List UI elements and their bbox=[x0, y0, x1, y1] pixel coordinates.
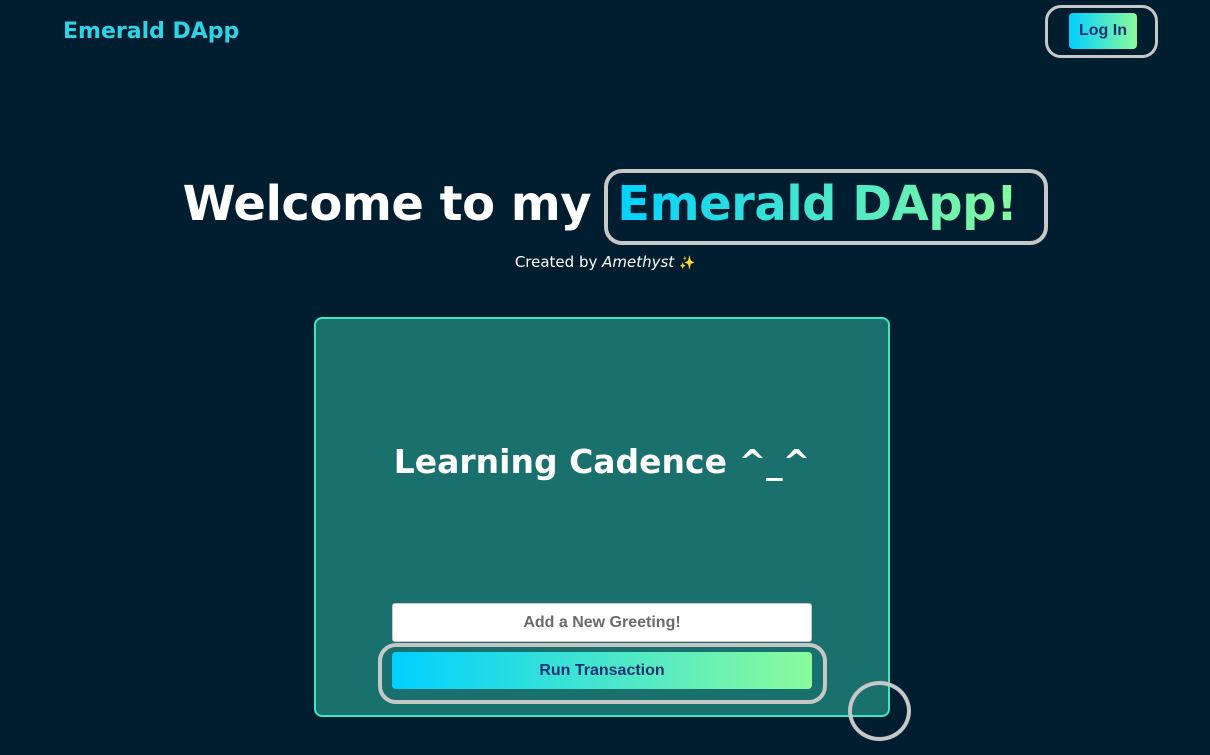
hero-title-prefix: Welcome to my bbox=[182, 176, 608, 232]
created-by-line: Created by Amethyst ✨ bbox=[0, 253, 1210, 271]
hero-section: Welcome to my Emerald DApp! bbox=[0, 169, 1210, 245]
hero-accent-wrap: Emerald DApp! bbox=[604, 169, 1049, 245]
created-by-prefix: Created by bbox=[514, 253, 603, 271]
hero-title: Welcome to my Emerald DApp! bbox=[0, 169, 1210, 245]
new-greeting-input[interactable] bbox=[392, 603, 812, 642]
card-title: Learning Cadence ^_^ bbox=[393, 442, 811, 481]
sparkles-icon: ✨ bbox=[678, 256, 696, 271]
run-transaction-button[interactable]: Run Transaction bbox=[392, 652, 812, 689]
hero-accent-highlight-ring bbox=[604, 169, 1049, 245]
login-button[interactable]: Log In bbox=[1069, 13, 1137, 49]
created-by-author: Amethyst bbox=[602, 253, 675, 271]
cursor-highlight-circle bbox=[848, 681, 911, 741]
brand-title[interactable]: Emerald DApp bbox=[63, 19, 239, 44]
